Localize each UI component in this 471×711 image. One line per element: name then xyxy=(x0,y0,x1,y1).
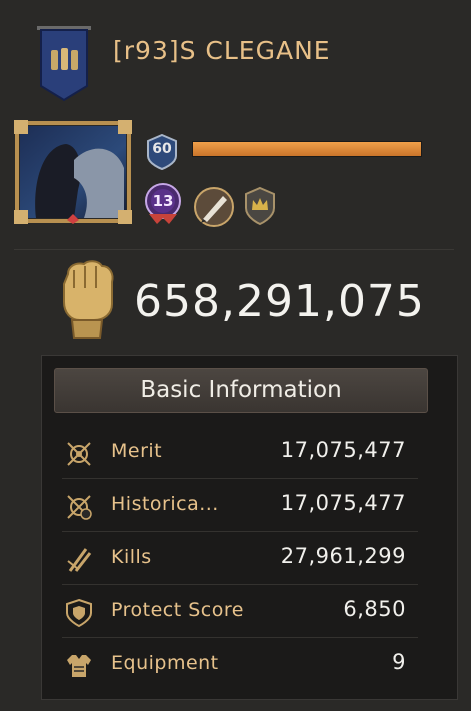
info-row-label: Merit xyxy=(111,440,163,462)
basic-info-title: Basic Information xyxy=(140,377,342,403)
info-row-value: 6,850 xyxy=(343,597,406,621)
quill-icon[interactable] xyxy=(193,186,235,228)
info-row-label: Equipment xyxy=(111,652,219,674)
info-row-equipment[interactable]: Equipment 9 xyxy=(62,638,418,691)
power-fist-icon xyxy=(63,260,114,339)
player-avatar[interactable] xyxy=(14,120,132,224)
info-row-value: 17,075,477 xyxy=(280,491,406,515)
level-value: 60 xyxy=(152,141,172,157)
info-row-value: 27,961,299 xyxy=(280,544,406,568)
info-row-protect-score[interactable]: Protect Score 6,850 xyxy=(62,585,418,638)
crown-shield-icon[interactable] xyxy=(243,186,277,226)
armor-icon xyxy=(67,655,91,677)
info-row-value: 9 xyxy=(392,650,406,674)
shield-icon xyxy=(66,598,92,628)
info-row-label: Kills xyxy=(111,546,152,568)
info-row-merit[interactable]: Merit 17,075,477 xyxy=(62,426,418,479)
alliance-banner-icon[interactable] xyxy=(35,26,93,102)
info-row-label: Protect Score xyxy=(111,599,244,621)
kills-icon xyxy=(67,548,92,572)
power-value: 658,291,075 xyxy=(134,276,425,327)
player-name: [r93]S CLEGANE xyxy=(113,36,331,65)
player-profile-panel: [r93]S CLEGANE 60 13 658,291,075 Basic I… xyxy=(0,0,471,711)
info-row-label: Historica... xyxy=(111,493,219,515)
header-divider xyxy=(14,249,454,250)
merit-icon xyxy=(67,442,91,466)
basic-info-header: Basic Information xyxy=(54,368,428,413)
experience-bar-fill xyxy=(193,142,421,156)
info-row-value: 17,075,477 xyxy=(280,438,406,462)
info-row-historical[interactable]: Historica... 17,075,477 xyxy=(62,479,418,532)
vip-level-value: 13 xyxy=(152,192,174,210)
info-row-kills[interactable]: Kills 27,961,299 xyxy=(62,532,418,585)
historical-icon xyxy=(67,495,92,520)
experience-bar xyxy=(192,141,422,157)
